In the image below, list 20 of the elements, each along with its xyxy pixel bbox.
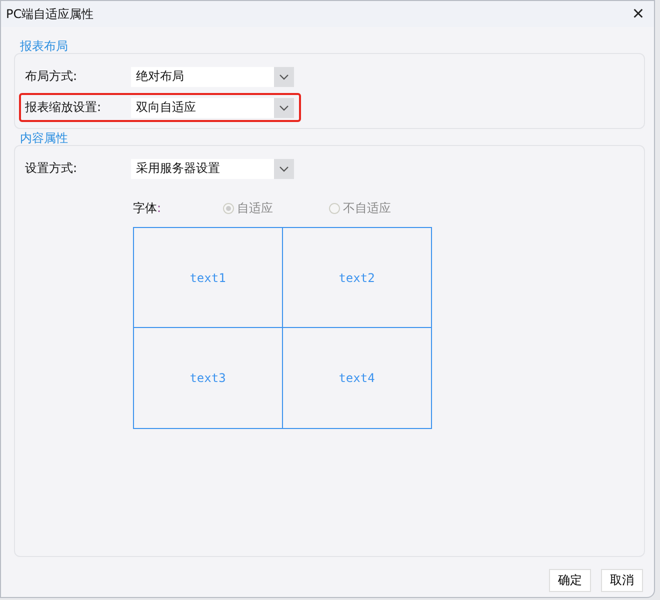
dialog-button[interactable]: 确定 (549, 569, 591, 592)
dialog-button[interactable]: 取消 (601, 569, 643, 592)
dropdown-field[interactable]: 采用服务器设置 (131, 158, 294, 178)
preview-text: text2 (338, 270, 375, 284)
preview-text: text3 (190, 371, 226, 385)
chevron-down-icon (279, 166, 289, 172)
chevron-down-icon (279, 104, 289, 110)
section-legend: 报表布局 (20, 39, 645, 53)
close-button[interactable]: × (626, 4, 650, 24)
field-label: 设置方式: (25, 160, 78, 177)
section-legend: 内容属性 (20, 131, 645, 145)
dropdown-field[interactable]: 双向自适应 (131, 98, 294, 118)
preview-text: text4 (338, 371, 375, 385)
preview-text: text1 (190, 270, 226, 284)
field-label: 布局方式: (25, 68, 78, 85)
field-label: 报表缩放设置: (25, 99, 102, 116)
chevron-down-icon (279, 74, 289, 80)
dropdown-field[interactable]: 绝对布局 (131, 66, 294, 86)
window-title: PC端自适应属性 (6, 6, 94, 22)
font-label: 字体: (133, 200, 162, 216)
